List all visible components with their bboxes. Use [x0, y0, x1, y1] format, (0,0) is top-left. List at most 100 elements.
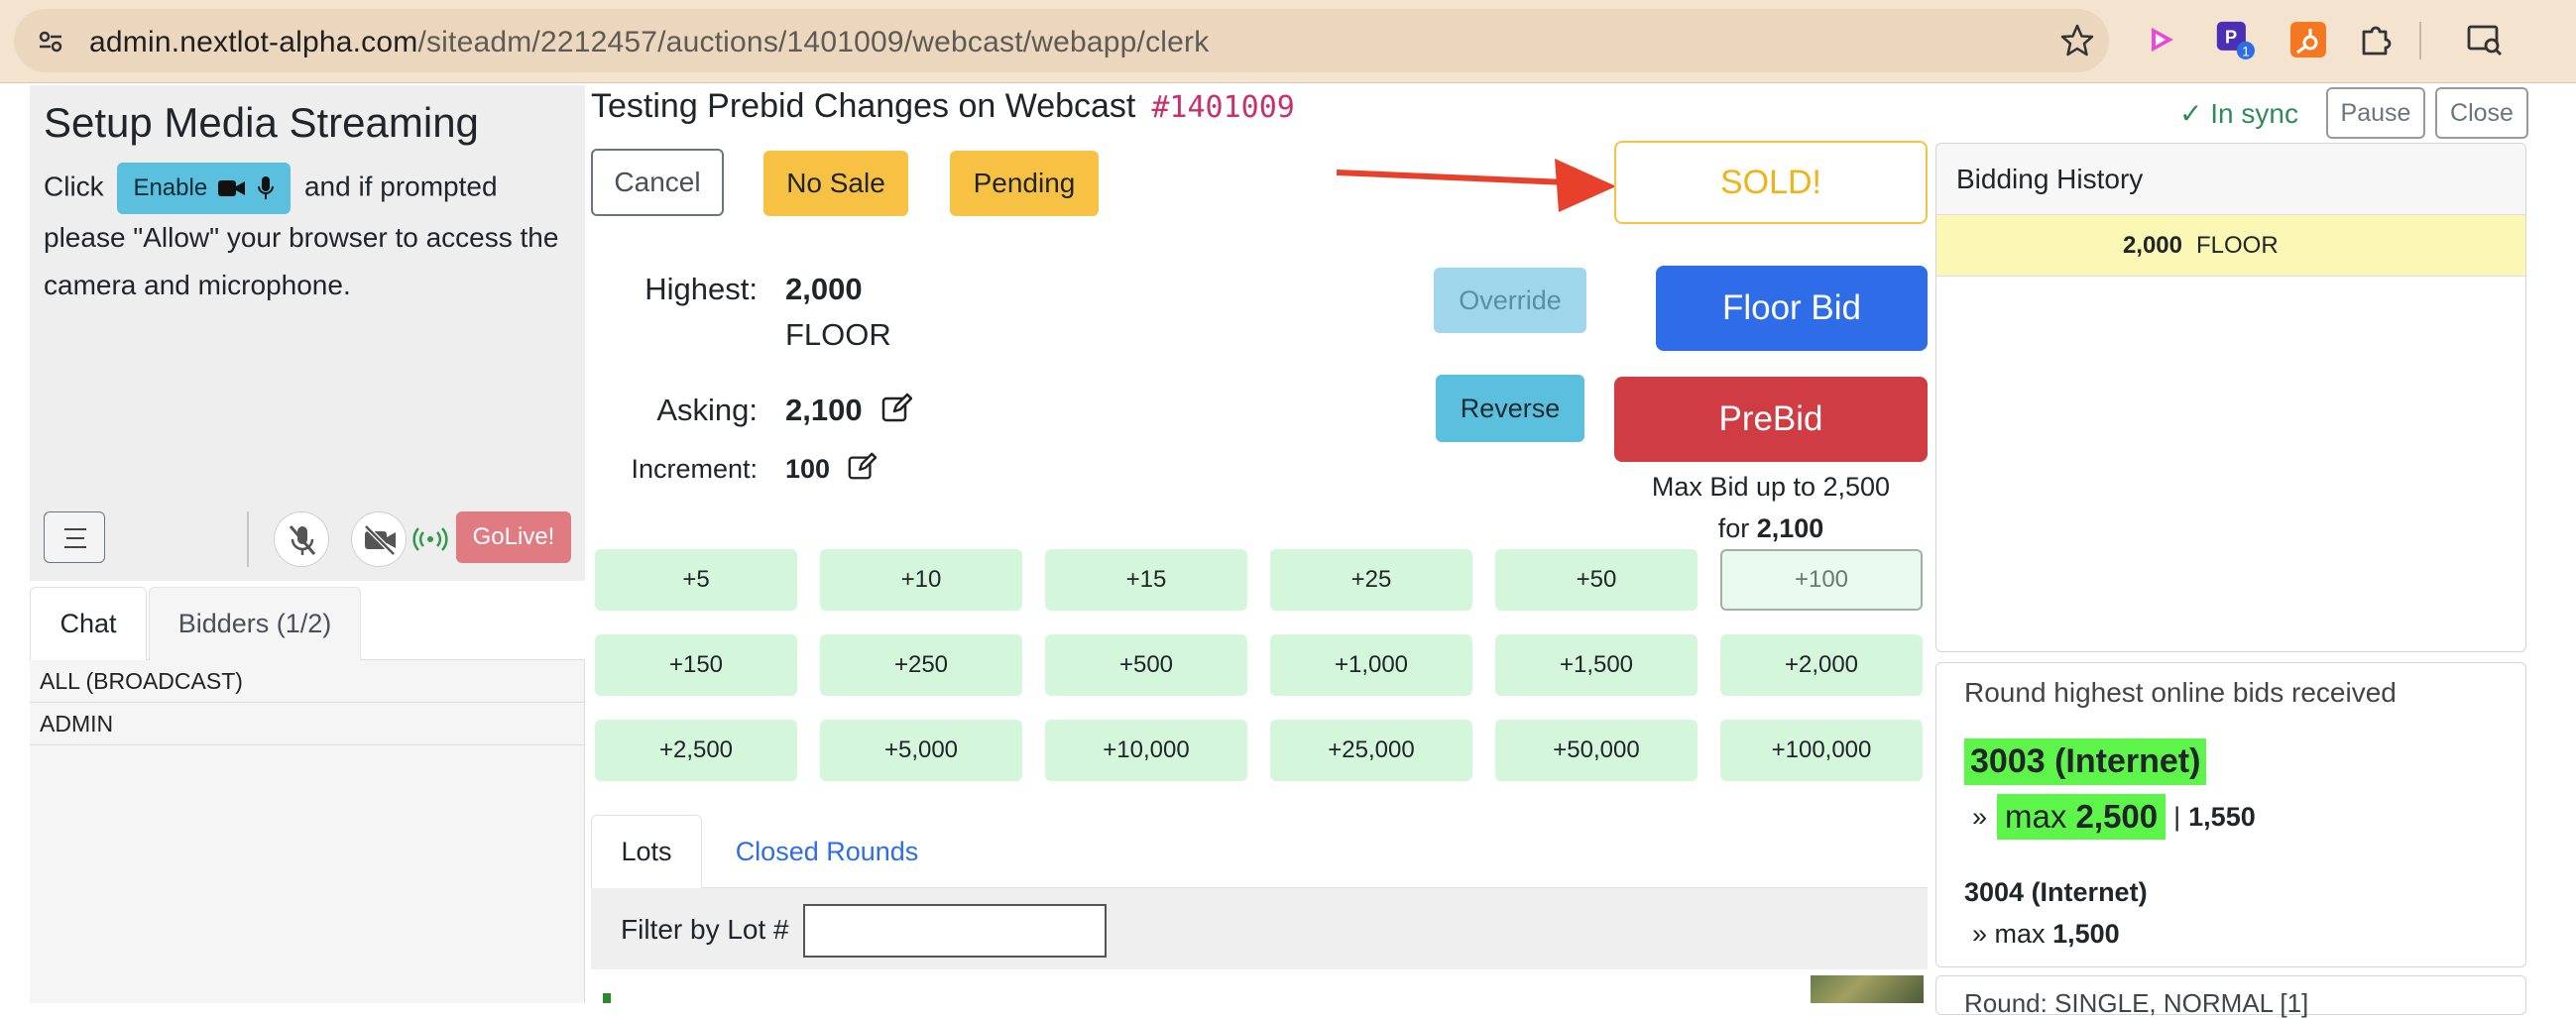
- svg-text:P: P: [2225, 28, 2237, 48]
- media-menu-button[interactable]: [44, 511, 105, 563]
- max-bid-line: Max Bid up to 2,500: [1651, 472, 1891, 502]
- chevron-right-icon: »: [1972, 801, 1988, 832]
- golive-button[interactable]: GoLive!: [456, 511, 571, 563]
- online-bids-title: Round highest online bids received: [1964, 677, 2397, 708]
- bookmark-star-icon[interactable]: [2059, 23, 2095, 58]
- extension-play-icon[interactable]: [2142, 20, 2181, 59]
- setup-description: Click Enable and if prompted please "All…: [44, 163, 579, 309]
- increment-button[interactable]: +5,000: [820, 720, 1022, 781]
- increment-button[interactable]: +100,000: [1720, 720, 1923, 781]
- override-button[interactable]: Override: [1434, 268, 1586, 333]
- increment-button[interactable]: +150: [595, 634, 797, 696]
- camera-icon: [218, 180, 246, 196]
- edit-increment-icon[interactable]: [847, 452, 877, 482]
- increment-button[interactable]: +50,000: [1495, 720, 1698, 781]
- extension-hubspot-icon[interactable]: [2288, 20, 2328, 59]
- tab-search-icon[interactable]: [2465, 20, 2505, 59]
- max-bid-for-value: 2,100: [1756, 513, 1824, 543]
- max-bid-for-prefix: for: [1717, 513, 1750, 543]
- no-sale-button[interactable]: No Sale: [763, 151, 908, 216]
- increment-button[interactable]: +10: [820, 549, 1022, 611]
- mute-microphone-button[interactable]: [274, 511, 329, 567]
- reverse-button[interactable]: Reverse: [1436, 375, 1584, 442]
- max-bid-info: Max Bid up to 2,500 for 2,100: [1586, 466, 1955, 549]
- pause-button[interactable]: Pause: [2326, 87, 2425, 139]
- online-bid-max: max 2,500: [1997, 794, 2166, 840]
- online-bids-card: Round highest online bids received 3003 …: [1935, 662, 2526, 967]
- cancel-button[interactable]: Cancel: [591, 149, 724, 216]
- increment-button[interactable]: +2,500: [595, 720, 797, 781]
- increment-button[interactable]: +2,000: [1720, 634, 1923, 696]
- lot-filter-bar: Filter by Lot #: [591, 888, 1928, 969]
- broadcast-signal-icon: [412, 527, 448, 551]
- history-amount: 2,000: [2122, 232, 2182, 259]
- online-bid-current: 1,550: [2188, 801, 2256, 832]
- lot-row[interactable]: [591, 969, 1928, 1003]
- tab-closed-rounds[interactable]: Closed Rounds: [710, 815, 944, 888]
- increment-button[interactable]: +1,500: [1495, 634, 1698, 696]
- chat-recipient-list: ALL (BROADCAST) ADMIN: [30, 660, 585, 1003]
- disable-camera-button[interactable]: [351, 511, 407, 567]
- tab-bidders[interactable]: Bidders (1/2): [149, 587, 361, 660]
- controls-divider: [247, 511, 249, 567]
- toolbar-divider: [2419, 22, 2421, 59]
- media-streaming-panel: Setup Media Streaming Click Enable and i…: [30, 85, 585, 581]
- url-text[interactable]: admin.nextlot-alpha.com/siteadm/2212457/…: [89, 26, 1209, 59]
- increment-button[interactable]: +10,000: [1045, 720, 1247, 781]
- increment-value: 100: [785, 454, 831, 484]
- sold-button[interactable]: SOLD!: [1614, 141, 1928, 224]
- auction-title: Testing Prebid Changes on Webcast #140100…: [591, 87, 1295, 126]
- asking-value: 2,100: [785, 393, 863, 427]
- chat-recipient-item[interactable]: ALL (BROADCAST): [30, 660, 584, 703]
- address-bar[interactable]: admin.nextlot-alpha.com/siteadm/2212457/…: [14, 9, 2109, 72]
- increment-button[interactable]: +250: [820, 634, 1022, 696]
- media-controls: GoLive!: [44, 511, 579, 567]
- prebid-button[interactable]: PreBid: [1614, 377, 1928, 462]
- url-path: /siteadm/2212457/auctions/1401009/webcas…: [417, 26, 1210, 58]
- bidding-history-card: Bidding History 2,000 FLOOR: [1935, 143, 2526, 652]
- highest-value: 2,000: [785, 272, 863, 306]
- floor-bid-button[interactable]: Floor Bid: [1656, 266, 1928, 351]
- url-host: admin.nextlot-alpha.com: [89, 26, 418, 58]
- bidding-history-title: Bidding History: [1936, 144, 2525, 215]
- increment-button[interactable]: +50: [1495, 549, 1698, 611]
- lot-filter-input[interactable]: [803, 904, 1107, 958]
- increment-button[interactable]: +15: [1045, 549, 1247, 611]
- chevron-right-icon: »: [1972, 919, 1988, 949]
- lots-tabs: Lots Closed Rounds: [591, 815, 1928, 888]
- setup-title: Setup Media Streaming: [44, 99, 479, 146]
- camera-off-icon: [364, 524, 396, 556]
- tab-chat[interactable]: Chat: [30, 587, 147, 660]
- chat-recipient-item[interactable]: ADMIN: [30, 703, 584, 745]
- edit-asking-icon[interactable]: [880, 393, 912, 424]
- pending-button[interactable]: Pending: [950, 151, 1099, 216]
- sync-status: ✓ In sync: [2179, 98, 2298, 129]
- round-info-text: Round: SINGLE, NORMAL [1]: [1964, 988, 2309, 1018]
- round-info-card: Round: SINGLE, NORMAL [1]: [1935, 975, 2526, 1018]
- microphone-icon: [258, 176, 275, 199]
- setup-desc-before: Click: [44, 170, 104, 202]
- increment-button[interactable]: +25,000: [1270, 720, 1472, 781]
- filter-label: Filter by Lot #: [621, 914, 789, 945]
- browser-toolbar: admin.nextlot-alpha.com/siteadm/2212457/…: [0, 0, 2576, 83]
- increment-button[interactable]: +5: [595, 549, 797, 611]
- site-settings-icon[interactable]: [36, 27, 65, 57]
- close-button[interactable]: Close: [2435, 87, 2528, 139]
- max-bid-for-line: for 2,100: [1586, 508, 1955, 549]
- increment-button[interactable]: +1,000: [1270, 634, 1472, 696]
- highest-label: Highest:: [644, 272, 758, 306]
- hamburger-icon: [64, 528, 86, 548]
- online-bid-detail: » max 2,500 | 1,550: [1972, 794, 2256, 840]
- increment-button-selected[interactable]: +100: [1720, 549, 1923, 611]
- online-bidder-name: 3003 (Internet): [1964, 738, 2207, 785]
- extension-p-badge-icon[interactable]: P 1: [2215, 20, 2255, 59]
- increment-button[interactable]: +500: [1045, 634, 1247, 696]
- chat-bidders-tabs: Chat Bidders (1/2): [30, 587, 585, 660]
- extensions-puzzle-icon[interactable]: [2356, 20, 2396, 59]
- max-value: 2,500: [2075, 798, 2159, 835]
- tab-lots[interactable]: Lots: [591, 815, 702, 888]
- increment-button[interactable]: +25: [1270, 549, 1472, 611]
- enable-media-button[interactable]: Enable: [117, 163, 292, 214]
- max-prefix: max: [2005, 798, 2067, 835]
- history-row: 2,000 FLOOR: [1936, 215, 2525, 277]
